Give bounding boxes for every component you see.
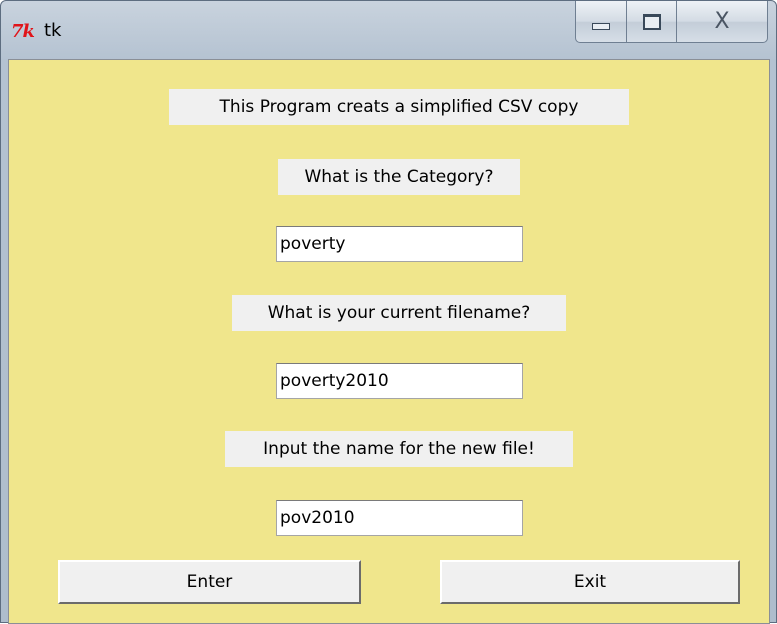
client-area: This Program creats a simplified CSV cop… xyxy=(8,59,770,624)
intro-label: This Program creats a simplified CSV cop… xyxy=(169,89,629,125)
app-window: 7k tk X This Program creats a simplified… xyxy=(0,0,777,624)
minimize-button[interactable] xyxy=(575,1,627,43)
maximize-button[interactable] xyxy=(627,1,677,43)
minimize-icon xyxy=(592,23,610,30)
filename-input[interactable] xyxy=(276,363,523,399)
maximize-icon xyxy=(642,13,661,30)
caption-buttons: X xyxy=(575,1,768,43)
newfile-label: Input the name for the new file! xyxy=(225,431,573,467)
category-input[interactable] xyxy=(276,226,523,262)
enter-button[interactable]: Enter xyxy=(58,560,361,604)
close-icon: X xyxy=(714,9,730,34)
title-bar[interactable]: 7k tk X xyxy=(1,1,776,59)
window-title: tk xyxy=(44,20,62,41)
close-button[interactable]: X xyxy=(677,1,768,43)
newfile-input[interactable] xyxy=(276,500,523,536)
filename-label: What is your current filename? xyxy=(232,295,566,331)
category-label: What is the Category? xyxy=(278,159,520,195)
tk-logo-icon: 7k xyxy=(11,21,35,42)
exit-button[interactable]: Exit xyxy=(440,560,740,604)
